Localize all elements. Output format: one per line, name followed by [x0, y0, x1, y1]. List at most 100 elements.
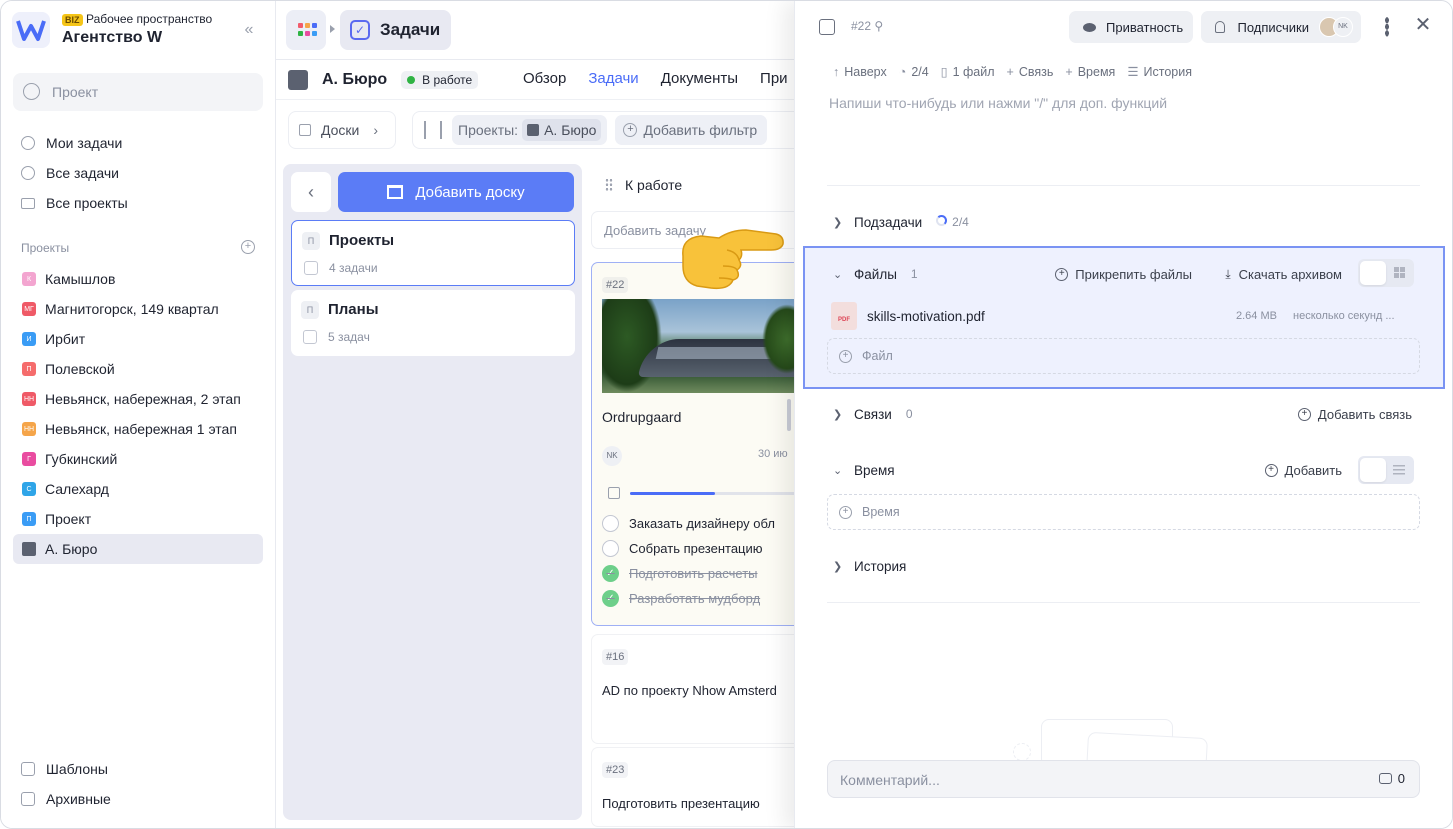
meta-item[interactable]: ☰ История: [1127, 64, 1192, 80]
sidebar-search[interactable]: [13, 73, 263, 111]
task-checkbox[interactable]: [819, 19, 835, 35]
collapse-sidebar-icon[interactable]: «: [239, 20, 259, 40]
add-filter-label: Добавить фильтр: [643, 122, 758, 138]
card-subtask-item[interactable]: ✓ Разработать мудборд: [602, 588, 760, 608]
add-time-entry[interactable]: + Время: [827, 494, 1420, 530]
link-icon[interactable]: ⚲: [874, 19, 883, 33]
plus-circle-icon: +: [839, 505, 852, 519]
description-editor[interactable]: Напиши что-нибудь или нажми "/" для доп.…: [829, 95, 1167, 111]
add-time-label: Добавить: [1284, 462, 1342, 478]
filter-value: А. Бюро: [544, 122, 597, 138]
meta-item[interactable]: + Связь: [1007, 64, 1054, 79]
board-card-plans[interactable]: П Планы 5 задач: [291, 290, 575, 356]
check-circle-icon[interactable]: ✓: [602, 564, 619, 582]
divider: [276, 99, 796, 100]
comments-counter[interactable]: 0: [1378, 771, 1405, 786]
privacy-button[interactable]: Приватность: [1069, 11, 1193, 43]
meta-item[interactable]: ▯ 1 файл: [941, 64, 995, 80]
section-label: Связи: [854, 406, 892, 422]
search-input[interactable]: [52, 82, 252, 102]
add-time-button[interactable]: + Добавить: [1264, 462, 1342, 478]
comment-box[interactable]: 0: [827, 760, 1420, 798]
back-button[interactable]: ‹: [291, 172, 331, 212]
task-title: Подготовить презентацию: [602, 796, 760, 811]
add-project-icon[interactable]: +: [241, 240, 255, 254]
avatar[interactable]: NK: [602, 446, 622, 466]
sidebar-project-item[interactable]: П Полевской: [13, 354, 263, 384]
empty-circle-icon[interactable]: [602, 539, 619, 557]
filter-settings-icon[interactable]: [424, 121, 442, 139]
close-icon[interactable]: ✕: [1412, 14, 1434, 36]
workspace-name[interactable]: Агентство W: [62, 29, 162, 47]
status-badge[interactable]: В работе: [401, 71, 479, 89]
sidebar-project-item[interactable]: НН Невьянск, набережная 1 этап: [13, 414, 263, 444]
add-link-button[interactable]: + Добавить связь: [1297, 407, 1412, 422]
task-card-22[interactable]: #22 Ordrupgaard NK 30 ию Заказать дизайн…: [591, 262, 796, 626]
add-file-dropzone[interactable]: + Файл: [827, 338, 1420, 374]
more-options-icon[interactable]: [1385, 17, 1389, 37]
card-subtask-item[interactable]: Собрать презентацию: [602, 538, 763, 558]
nav-my-tasks[interactable]: Мои задачи: [13, 129, 263, 157]
task-date: 30 ию: [758, 448, 788, 460]
tasks-section-tab[interactable]: ✓ Задачи: [340, 10, 451, 50]
projects-filter[interactable]: Проекты: А. Бюро: [452, 115, 608, 145]
comment-input[interactable]: [840, 770, 1340, 790]
privacy-label: Приватность: [1106, 19, 1184, 35]
download-archive-button[interactable]: ⤓ Скачать архивом: [1225, 267, 1342, 282]
board-tasks-icon: [304, 261, 318, 275]
tab-tasks[interactable]: Задачи: [588, 70, 638, 87]
resize-handle[interactable]: [787, 399, 791, 431]
sidebar-project-item[interactable]: Г Губкинский: [13, 444, 263, 474]
filter-value-chip[interactable]: А. Бюро: [522, 119, 602, 141]
card-subtask-item[interactable]: Заказать дизайнеру обл: [602, 513, 775, 533]
sidebar-project-item[interactable]: А. Бюро: [13, 534, 263, 564]
attach-files-button[interactable]: + Прикрепить файлы: [1055, 267, 1192, 282]
boards-toggle[interactable]: Доски ›: [288, 111, 396, 149]
subtasks-section[interactable]: ❯ Подзадачи 2/4: [827, 210, 1420, 234]
check-circle-icon[interactable]: ✓: [602, 589, 619, 607]
workspace-logo[interactable]: [12, 12, 50, 48]
image-detail: [602, 299, 662, 393]
file-row[interactable]: PDF skills-motivation.pdf 2.64 MB нескол…: [821, 301, 1411, 331]
subscribers-button[interactable]: Подписчики NK: [1201, 11, 1361, 43]
nav-archive[interactable]: Архивные: [13, 785, 263, 813]
timeline-view-icon[interactable]: [1360, 458, 1386, 482]
empty-state-illustration: [1013, 743, 1031, 761]
task-card-16[interactable]: #16 AD по проекту Nhow Amsterd: [591, 634, 796, 744]
sidebar-project-item[interactable]: МГ Магнитогорск, 149 квартал: [13, 294, 263, 324]
time-section[interactable]: ⌄ Время + Добавить: [827, 458, 1420, 482]
board-card-projects[interactable]: П Проекты 4 задачи: [291, 220, 575, 286]
apps-grid-button[interactable]: [286, 10, 326, 50]
sidebar-project-item[interactable]: К Камышлов: [13, 264, 263, 294]
meta-item[interactable]: + Время: [1065, 64, 1115, 79]
sidebar-project-item[interactable]: П Проект: [13, 504, 263, 534]
task-number: #22: [602, 277, 629, 293]
card-subtask-item[interactable]: ✓ Подготовить расчеты: [602, 563, 758, 583]
nav-all-projects[interactable]: Все проекты: [13, 189, 263, 217]
add-board-button[interactable]: Добавить доску: [338, 172, 574, 212]
task-card-23[interactable]: #23 Подготовить презентацию: [591, 747, 796, 827]
tab-overview[interactable]: Обзор: [523, 70, 566, 87]
nav-all-tasks[interactable]: Все задачи: [13, 159, 263, 187]
nav-templates[interactable]: Шаблоны: [13, 755, 263, 783]
drag-handle-icon[interactable]: [605, 178, 613, 192]
list-view-icon[interactable]: [1360, 261, 1386, 285]
column-header[interactable]: К работе: [591, 170, 796, 200]
tab-documents[interactable]: Документы: [661, 70, 738, 87]
history-section[interactable]: ❯ История: [827, 554, 1420, 578]
meta-icon: +: [1065, 64, 1073, 79]
tab-more[interactable]: При: [760, 70, 788, 87]
grid-view-icon[interactable]: [1386, 261, 1412, 285]
links-section[interactable]: ❯ Связи 0 + Добавить связь: [827, 402, 1420, 426]
list-view-icon[interactable]: [1386, 458, 1412, 482]
sidebar-project-item[interactable]: С Салехард: [13, 474, 263, 504]
project-name[interactable]: А. Бюро: [322, 71, 387, 89]
sidebar-project-item[interactable]: НН Невьянск, набережная, 2 этап: [13, 384, 263, 414]
sidebar-project-item[interactable]: И Ирбит: [13, 324, 263, 354]
empty-circle-icon[interactable]: [602, 514, 619, 532]
meta-item[interactable]: ↑ Наверх: [833, 64, 887, 79]
files-section-header[interactable]: ⌄ Файлы 1 + Прикрепить файлы ⤓ Скачать а…: [827, 262, 1420, 286]
add-filter-button[interactable]: + Добавить фильтр: [615, 115, 768, 145]
meta-item[interactable]: ◔ 2/4: [899, 64, 929, 79]
subtask-label: Разработать мудборд: [629, 590, 761, 606]
